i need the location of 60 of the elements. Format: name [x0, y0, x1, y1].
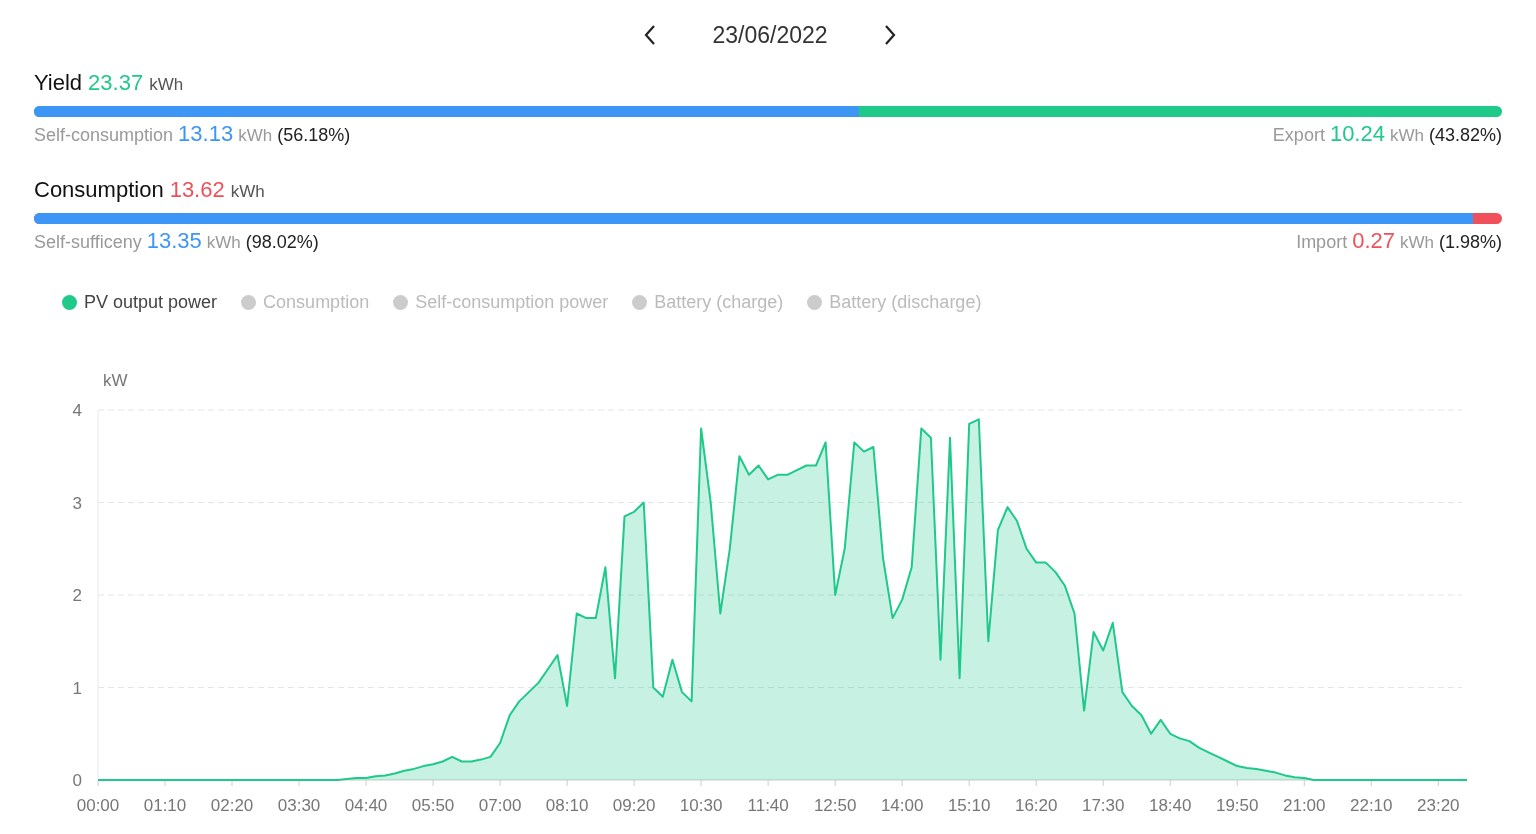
share-value: 13.35 — [146, 228, 202, 254]
share-percent: (43.82%) — [1428, 125, 1502, 146]
summary-title: Yield — [34, 70, 83, 96]
axis-tick-label: 14:00 — [880, 796, 924, 815]
share-value: 10.24 — [1329, 121, 1385, 147]
axis-tick-label: 01:10 — [143, 796, 187, 815]
share-percent: (56.18%) — [277, 125, 351, 146]
share-label: Import — [1296, 232, 1348, 253]
axis-tick-label: 23:20 — [1417, 796, 1460, 815]
summary-title: Consumption — [34, 177, 164, 203]
date-label: 23/06/2022 — [712, 21, 828, 49]
axis-tick-label: 3 — [72, 493, 82, 513]
legend-dot-icon — [632, 294, 648, 310]
share-percent: (98.02%) — [245, 232, 319, 253]
legend-dot-icon — [241, 294, 257, 310]
share-label: Self-sufficeny — [34, 232, 142, 253]
axis-tick-label: 19:50 — [1215, 796, 1259, 815]
legend-item[interactable]: Self-consumption power — [393, 289, 609, 315]
axis-tick-label: 0 — [72, 771, 82, 790]
legend-item[interactable]: Battery (charge) — [632, 289, 784, 315]
axis-tick-label: 12:50 — [813, 796, 857, 815]
axis-tick-label: 11:40 — [747, 796, 789, 815]
share-label: Export — [1272, 125, 1325, 146]
axis-tick-label: 07:00 — [478, 796, 522, 815]
legend-item[interactable]: PV output power — [62, 289, 218, 315]
share-value: 0.27 — [1352, 228, 1395, 254]
axis-tick-label: 05:50 — [411, 796, 455, 815]
legend-item[interactable]: Consumption — [241, 289, 370, 315]
axis-tick-label: 10:30 — [679, 796, 723, 815]
share-label: Self-consumption — [34, 125, 174, 146]
legend-dot-icon — [393, 294, 409, 310]
summary-value: 23.37 — [88, 70, 144, 96]
axis-tick-label: 4 — [72, 401, 82, 420]
axis-label: kW — [103, 371, 128, 390]
axis-tick-label: 17:30 — [1081, 796, 1125, 815]
axis-tick-label: 22:10 — [1350, 796, 1393, 815]
unit-label: kWh — [1389, 126, 1424, 146]
legend-item[interactable]: Battery (discharge) — [807, 289, 982, 315]
axis-tick-label: 02:20 — [210, 796, 254, 815]
unit-label: kWh — [1399, 233, 1434, 253]
axis-tick-label: 16:20 — [1014, 796, 1058, 815]
unit-label: kWh — [238, 126, 273, 146]
axis-tick-label: 18:40 — [1148, 796, 1192, 815]
axis-tick-label: 2 — [72, 586, 82, 605]
unit-label: kWh — [206, 233, 241, 253]
axis-tick-label: 15:10 — [947, 796, 991, 815]
share-value: 13.13 — [178, 121, 234, 147]
axis-tick-label: 21:00 — [1283, 796, 1326, 815]
unit-label: kWh — [149, 75, 184, 95]
unit-label: kWh — [230, 182, 265, 202]
axis-tick-label: 1 — [72, 678, 82, 698]
legend-dot-icon — [62, 294, 77, 310]
axis-tick-label: 03:30 — [277, 796, 321, 815]
axis-tick-label: 09:20 — [612, 796, 656, 815]
axis-tick-label: 00:00 — [76, 796, 120, 815]
summary-value: 13.62 — [169, 177, 225, 203]
legend-dot-icon — [807, 294, 823, 310]
axis-tick-label: 04:40 — [344, 796, 388, 815]
axis-tick-label: 08:10 — [545, 796, 589, 815]
share-percent: (1.98%) — [1438, 232, 1502, 253]
